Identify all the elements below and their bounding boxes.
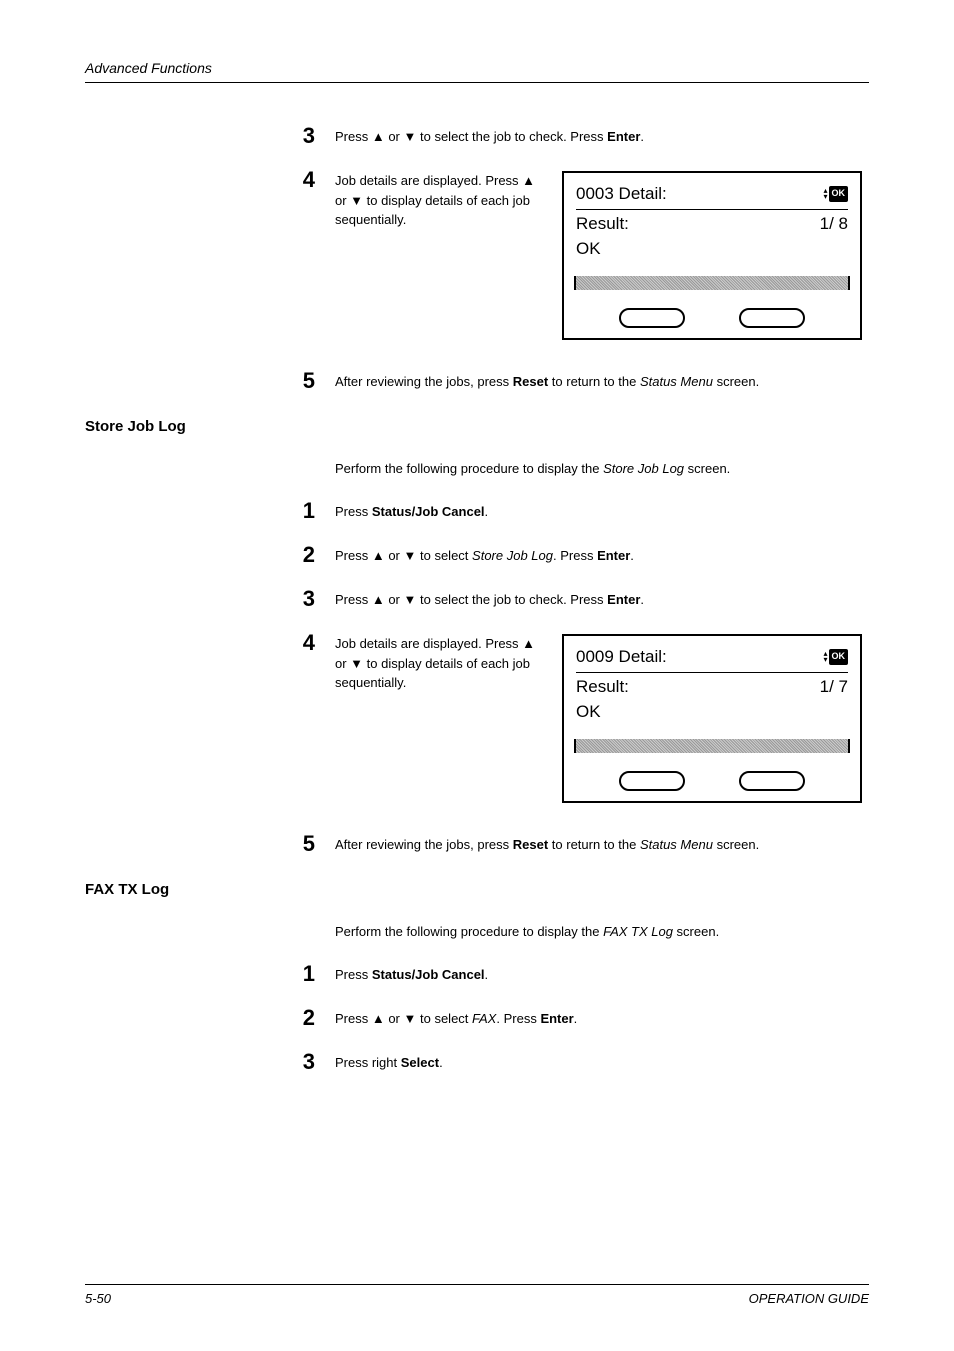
display-bar xyxy=(574,276,850,290)
section-heading-fax-tx-log: FAX TX Log xyxy=(85,881,869,898)
ok-indicator-icon: ▴▾ OK xyxy=(823,186,848,202)
section-intro: Perform the following procedure to displ… xyxy=(335,459,869,479)
step-text: Press ▲ or ▼ to select FAX. Press Enter. xyxy=(335,1005,869,1029)
step-text: Job details are displayed. Press ▲ or ▼ … xyxy=(335,634,550,693)
step-text: Job details are displayed. Press ▲ or ▼ … xyxy=(335,171,550,230)
display-result-label: Result: xyxy=(576,674,629,700)
step-text: After reviewing the jobs, press Reset to… xyxy=(335,831,869,855)
lcd-display: 0003 Detail: ▴▾ OK Result: 1/ 8 OK xyxy=(562,171,862,340)
display-title: 0009 Detail: xyxy=(576,644,667,670)
step-number: 5 xyxy=(303,831,315,856)
step-text: Press ▲ or ▼ to select Store Job Log. Pr… xyxy=(335,542,869,566)
step-text: Press ▲ or ▼ to select the job to check.… xyxy=(335,123,869,147)
section-intro: Perform the following procedure to displ… xyxy=(335,922,869,942)
display-result-value: 1/ 7 xyxy=(820,674,848,700)
page-number: 5-50 xyxy=(85,1291,111,1306)
step-number: 3 xyxy=(303,1049,315,1074)
step-number: 5 xyxy=(303,368,315,393)
section-heading-store-job-log: Store Job Log xyxy=(85,418,869,435)
step-number: 1 xyxy=(303,498,315,523)
step-number: 4 xyxy=(303,630,315,655)
soft-button-left xyxy=(619,771,685,791)
display-status: OK xyxy=(576,699,848,725)
step-number: 1 xyxy=(303,961,315,986)
ok-indicator-icon: ▴▾ OK xyxy=(823,649,848,665)
step-text: Press Status/Job Cancel. xyxy=(335,961,869,985)
display-result-label: Result: xyxy=(576,211,629,237)
display-result-value: 1/ 8 xyxy=(820,211,848,237)
soft-button-left xyxy=(619,308,685,328)
step-text: Press Status/Job Cancel. xyxy=(335,498,869,522)
step-number: 3 xyxy=(303,586,315,611)
footer-right: OPERATION GUIDE xyxy=(749,1291,869,1306)
step-number: 2 xyxy=(303,542,315,567)
soft-button-right xyxy=(739,771,805,791)
step-number: 3 xyxy=(303,123,315,148)
step-text: Press right Select. xyxy=(335,1049,869,1073)
page-header: Advanced Functions xyxy=(85,60,212,76)
step-number: 4 xyxy=(303,167,315,192)
display-bar xyxy=(574,739,850,753)
step-text: Press ▲ or ▼ to select the job to check.… xyxy=(335,586,869,610)
step-number: 2 xyxy=(303,1005,315,1030)
step-text: After reviewing the jobs, press Reset to… xyxy=(335,368,869,392)
soft-button-right xyxy=(739,308,805,328)
display-title: 0003 Detail: xyxy=(576,181,667,207)
lcd-display: 0009 Detail: ▴▾ OK Result: 1/ 7 OK xyxy=(562,634,862,803)
display-status: OK xyxy=(576,236,848,262)
